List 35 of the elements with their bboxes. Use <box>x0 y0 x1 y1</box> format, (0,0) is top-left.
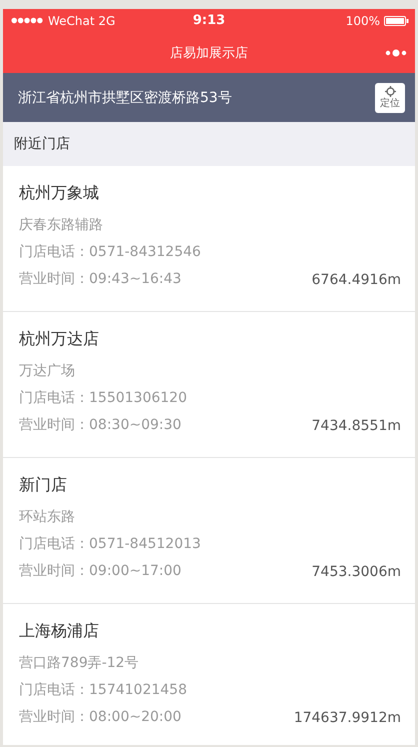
carrier-text: WeChat 2G <box>48 14 116 28</box>
locate-button[interactable]: 定位 <box>375 82 405 112</box>
store-distance: 174637.9912m <box>294 710 401 726</box>
store-card[interactable]: 杭州万象城 庆春东路辅路 门店电话：0571-84312546 营业时间：09:43~16:43 6764.4916m <box>3 166 415 312</box>
store-name: 杭州万达店 <box>19 328 100 350</box>
store-phone: 门店电话：15501306120 <box>19 389 188 408</box>
signal-icon <box>11 17 44 24</box>
store-phone: 门店电话：0571-84512013 <box>19 535 202 554</box>
store-hours: 营业时间：09:43~16:43 <box>19 270 182 289</box>
current-address: 浙江省杭州市拱墅区密渡桥路53号 <box>18 88 232 106</box>
store-distance: 7434.8551m <box>312 418 401 434</box>
store-address: 营口路789弄-12号 <box>19 654 140 673</box>
store-hours: 营业时间：08:00~20:00 <box>19 708 182 727</box>
crosshair-icon <box>384 86 396 97</box>
store-phone: 门店电话：15741021458 <box>19 681 188 700</box>
status-time: 9:13 <box>192 13 226 28</box>
store-phone: 门店电话：0571-84312546 <box>19 243 202 262</box>
store-address: 万达广场 <box>19 362 76 381</box>
store-hours: 营业时间：08:30~09:30 <box>19 416 182 435</box>
store-hours: 营业时间：09:00~17:00 <box>19 562 182 581</box>
store-distance: 6764.4916m <box>312 272 401 288</box>
store-name: 上海杨浦店 <box>19 620 100 642</box>
page-title: 店易加展示店 <box>170 44 248 62</box>
store-address: 环站东路 <box>19 508 76 527</box>
store-name: 新门店 <box>19 474 68 496</box>
store-distance: 7453.3006m <box>312 564 401 580</box>
store-card[interactable]: 新门店 环站东路 门店电话：0571-84512013 营业时间：09:00~17:00 7453.3006m <box>3 458 415 604</box>
more-icon[interactable] <box>385 49 407 57</box>
battery-icon <box>384 16 409 26</box>
battery-percent: 100% <box>346 14 380 28</box>
store-address: 庆春东路辅路 <box>19 216 104 235</box>
section-title: 附近门店 <box>14 135 70 153</box>
store-name: 杭州万象城 <box>19 182 100 204</box>
store-card[interactable]: 上海杨浦店 营口路789弄-12号 门店电话：15741021458 营业时间：08:00~20:00 174637.9912m <box>3 604 415 745</box>
store-card[interactable]: 杭州万达店 万达广场 门店电话：15501306120 营业时间：08:30~09:30 7434.8551m <box>3 312 415 458</box>
